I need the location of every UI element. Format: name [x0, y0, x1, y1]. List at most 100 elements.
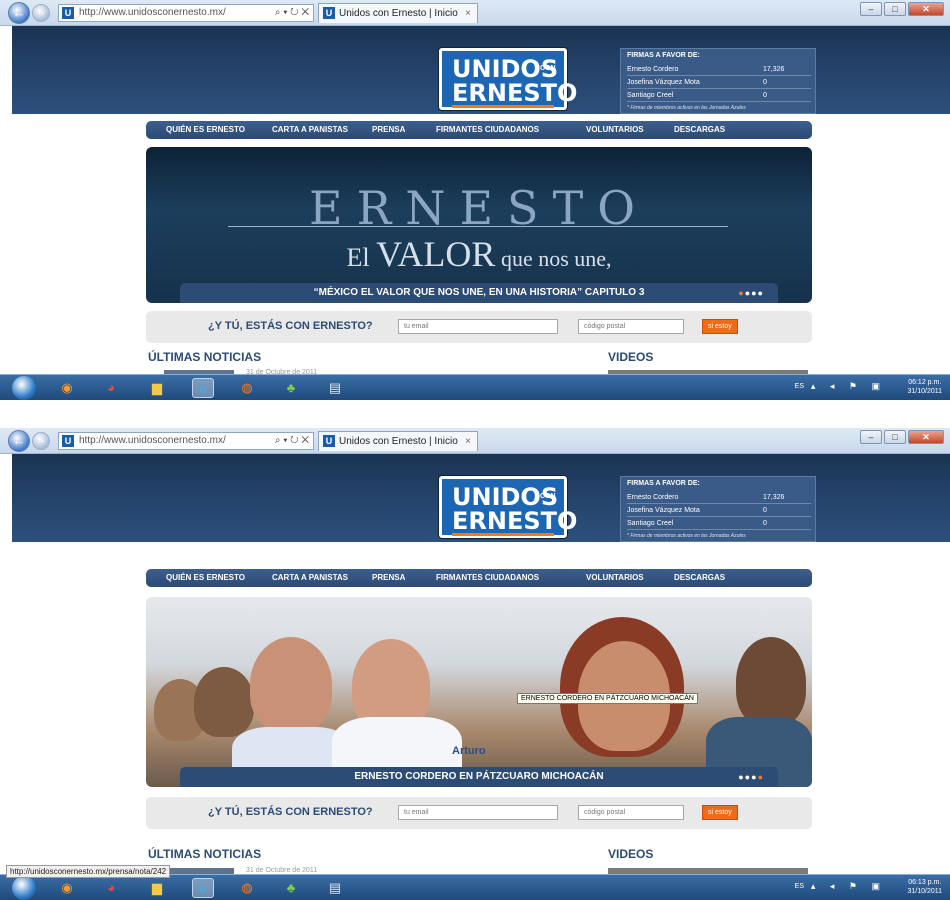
tagline-el: El	[346, 243, 377, 272]
zip-input[interactable]: código postal	[578, 319, 684, 334]
hero-slider[interactable]: Arturo ERNESTO CORDERO EN PÁTZCUARO MICH…	[146, 597, 812, 787]
firefox-icon[interactable]: ◍	[236, 378, 258, 398]
media-player-icon[interactable]: ◉	[56, 378, 78, 398]
email-input[interactable]: tu email	[398, 319, 558, 334]
signup-bar: ¿Y TÚ, ESTÁS CON ERNESTO? tu email códig…	[146, 311, 812, 343]
clock[interactable]: 06:12 p.m. 31/10/2011	[907, 378, 942, 396]
hero-slider[interactable]: ERNESTO El VALOR que nos une, “MÉXICO EL…	[146, 147, 812, 303]
tab-title: Unidos con Ernesto | Inicio	[339, 8, 458, 19]
start-button[interactable]	[12, 376, 36, 400]
menu-item-descargas[interactable]: DESCARGAS	[674, 121, 725, 139]
slide-caption[interactable]: “MÉXICO EL VALOR QUE NOS UNE, EN UNA HIS…	[180, 283, 778, 303]
menu-item-carta-a-panistas[interactable]: CARTA A PANISTAS	[272, 121, 348, 139]
signature-count: 0	[763, 507, 767, 514]
start-button[interactable]	[12, 876, 36, 900]
signatures-note: * Firmas de miembros activos en las Jorn…	[627, 105, 746, 111]
browser-toolbar: ← → U http://www.unidosconernesto.mx/ ⌕ …	[0, 0, 950, 26]
menu-item-carta-a-panistas[interactable]: CARTA A PANISTAS	[272, 569, 348, 587]
clock[interactable]: 06:13 p.m. 31/10/2011	[907, 878, 942, 896]
browser-tab[interactable]: U Unidos con Ernesto | Inicio ×	[318, 3, 478, 23]
tab-close-icon[interactable]: ×	[465, 4, 471, 23]
address-url: http://www.unidosconernesto.mx/	[79, 7, 226, 18]
main-menu: QUIÉN ES ERNESTO CARTA A PANISTAS PRENSA…	[146, 569, 812, 587]
si-estoy-button[interactable]: si estoy	[702, 319, 738, 334]
hero-headline: ERNESTO	[309, 181, 649, 235]
slide-caption-text: “MÉXICO EL VALOR QUE NOS UNE, EN UNA HIS…	[313, 287, 645, 298]
maximize-button[interactable]: □	[884, 2, 906, 16]
logo-underline	[452, 105, 554, 108]
menu-item-firmantes[interactable]: FIRMANTES CIUDADANOS	[436, 121, 539, 139]
browser-tab[interactable]: U Unidos con Ernesto | Inicio ×	[318, 431, 478, 451]
site-logo[interactable]: UNIDOS CON ERNESTO	[439, 476, 577, 538]
site-logo[interactable]: UNIDOS CON ERNESTO	[439, 48, 577, 110]
back-button[interactable]: ←	[8, 2, 30, 24]
tab-favicon-icon: U	[323, 435, 335, 447]
tray-icons[interactable]: ▴ ◂ ⚑ ▣	[811, 881, 886, 892]
forward-button[interactable]: →	[32, 432, 50, 450]
minimize-button[interactable]: –	[860, 430, 882, 444]
windows-taskbar: ◉ ◕ ▆ e ◍ ♣ ▤ ES ▴ ◂ ⚑ ▣ 06:12 p.m. 31/1…	[0, 374, 950, 400]
logo-underline	[452, 533, 554, 536]
zip-input[interactable]: código postal	[578, 805, 684, 820]
news-heading: ÚLTIMAS NOTICIAS	[148, 847, 262, 861]
firefox-icon[interactable]: ◍	[236, 878, 258, 898]
dot-inactive-icon[interactable]: ●●●	[745, 288, 764, 298]
logo-con: CON	[540, 65, 556, 72]
dot-active-icon[interactable]: ●	[758, 772, 764, 782]
logo-ernesto: ERNESTO	[452, 79, 578, 107]
address-bar[interactable]: U http://www.unidosconernesto.mx/ ⌕ ▾ ↻ …	[58, 4, 314, 22]
minimize-button[interactable]: –	[860, 2, 882, 16]
chrome-icon[interactable]: ◕	[100, 878, 122, 898]
messenger-icon[interactable]: ♣	[280, 378, 302, 398]
tab-title: Unidos con Ernesto | Inicio	[339, 436, 458, 447]
address-bar[interactable]: U http://www.unidosconernesto.mx/ ⌕ ▾ ↻ …	[58, 432, 314, 450]
address-tools-icon[interactable]: ⌕ ▾ ↻ ✕	[275, 433, 309, 449]
signature-count: 0	[763, 520, 767, 527]
word-icon[interactable]: ▤	[324, 878, 346, 898]
slide-caption[interactable]: ERNESTO CORDERO EN PÁTZCUARO MICHOACÁN ●…	[180, 767, 778, 787]
tagline-rest: que nos une,	[495, 246, 612, 271]
signature-row: Josefina Vázquez Mota 0	[627, 77, 811, 89]
shirt-text: Arturo	[452, 745, 486, 757]
close-button[interactable]: ✕	[908, 2, 944, 16]
folder-icon[interactable]: ▆	[146, 878, 168, 898]
menu-item-descargas[interactable]: DESCARGAS	[674, 569, 725, 587]
dot-inactive-icon[interactable]: ●●●	[738, 772, 757, 782]
menu-item-prensa[interactable]: PRENSA	[372, 569, 405, 587]
slide-dots[interactable]: ●●●●	[738, 767, 764, 787]
menu-item-firmantes[interactable]: FIRMANTES CIUDADANOS	[436, 569, 539, 587]
forward-button[interactable]: →	[32, 4, 50, 22]
slide-dots[interactable]: ●●●●	[738, 283, 764, 303]
logo-ernesto: ERNESTO	[452, 507, 578, 535]
language-indicator[interactable]: ES	[795, 383, 804, 390]
language-indicator[interactable]: ES	[795, 883, 804, 890]
menu-item-quien-es-ernesto[interactable]: QUIÉN ES ERNESTO	[166, 121, 245, 139]
tab-favicon-icon: U	[323, 7, 335, 19]
menu-item-voluntarios[interactable]: VOLUNTARIOS	[586, 121, 644, 139]
menu-item-quien-es-ernesto[interactable]: QUIÉN ES ERNESTO	[166, 569, 245, 587]
media-player-icon[interactable]: ◉	[56, 878, 78, 898]
si-estoy-button[interactable]: si estoy	[702, 805, 738, 820]
folder-icon[interactable]: ▆	[146, 378, 168, 398]
site-header: UNIDOS CON ERNESTO FIRMAS A FAVOR DE: Er…	[12, 454, 950, 542]
signature-row: Santiago Creel 0	[627, 518, 811, 530]
news-date: 31 de Octubre de 2011	[246, 867, 318, 874]
close-button[interactable]: ✕	[908, 430, 944, 444]
address-tools-icon[interactable]: ⌕ ▾ ↻ ✕	[275, 5, 309, 21]
internet-explorer-icon[interactable]: e	[192, 378, 214, 398]
tray-icons[interactable]: ▴ ◂ ⚑ ▣	[811, 381, 886, 392]
back-button[interactable]: ←	[8, 430, 30, 452]
menu-item-voluntarios[interactable]: VOLUNTARIOS	[586, 569, 644, 587]
chrome-icon[interactable]: ◕	[100, 378, 122, 398]
word-icon[interactable]: ▤	[324, 378, 346, 398]
clock-time: 06:12 p.m.	[908, 379, 942, 386]
menu-item-prensa[interactable]: PRENSA	[372, 121, 405, 139]
tab-close-icon[interactable]: ×	[465, 432, 471, 451]
internet-explorer-icon[interactable]: e	[192, 878, 214, 898]
email-input[interactable]: tu email	[398, 805, 558, 820]
messenger-icon[interactable]: ♣	[280, 878, 302, 898]
maximize-button[interactable]: □	[884, 430, 906, 444]
signature-name: Santiago Creel	[627, 520, 674, 527]
clock-date: 31/10/2011	[907, 888, 942, 895]
signature-count: 0	[763, 92, 767, 99]
